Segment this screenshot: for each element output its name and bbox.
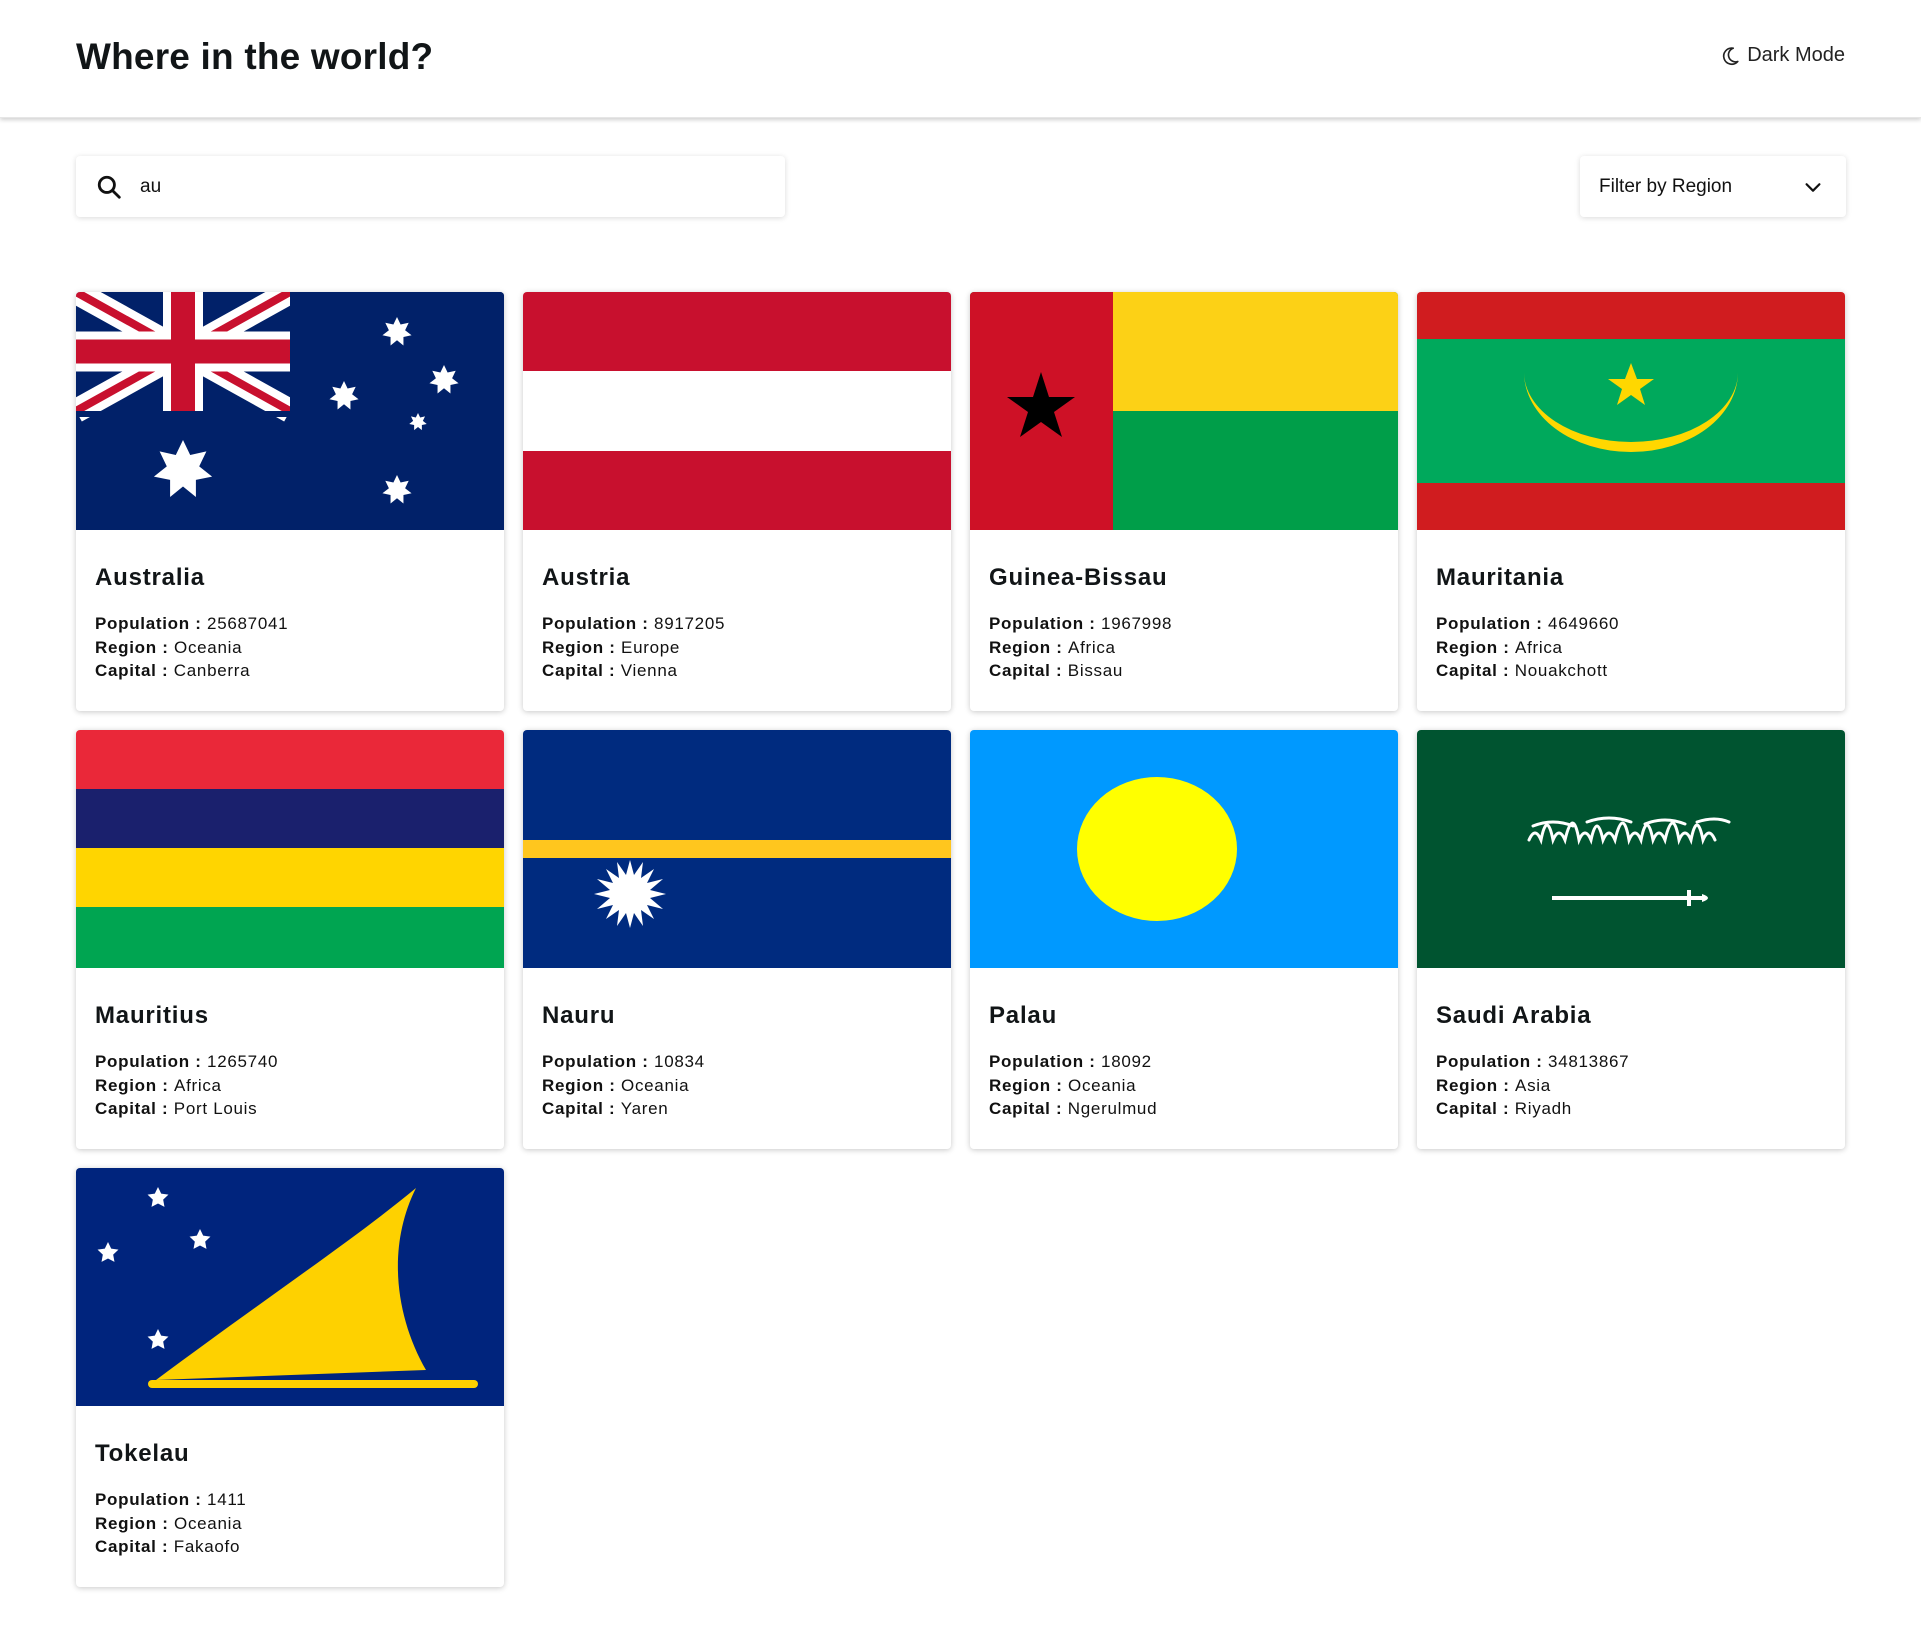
region-row: Region : Europe xyxy=(542,637,681,657)
capital-row: Capital : Canberra xyxy=(95,661,251,680)
saudi-arabia-flag-icon xyxy=(1417,730,1845,968)
country-card[interactable]: Nauru Population : 10834 Region : Oceani… xyxy=(523,730,951,1149)
region-filter-dropdown[interactable]: Filter by Region xyxy=(1580,156,1846,217)
capital-row: Capital : Yaren xyxy=(542,1099,669,1118)
country-name: Palau xyxy=(989,1002,1058,1029)
moon-icon xyxy=(1723,46,1739,65)
region-row: Region : Oceania xyxy=(989,1075,1137,1095)
austria-flag-icon xyxy=(523,292,951,530)
country-card[interactable]: Tokelau Population : 1411 Region : Ocean… xyxy=(76,1168,504,1587)
population-row: Population : 10834 xyxy=(542,1052,705,1071)
region-row: Region : Africa xyxy=(95,1075,222,1095)
country-card[interactable]: Guinea-Bissau Population : 1967998 Regio… xyxy=(970,292,1398,711)
capital-row: Capital : Bissau xyxy=(989,661,1124,680)
chevron-down-icon xyxy=(1805,182,1821,192)
population-row: Population : 1411 xyxy=(95,1490,247,1509)
mauritania-flag-icon xyxy=(1417,292,1845,530)
palau-flag-icon xyxy=(970,730,1398,968)
country-card[interactable]: Mauritius Population : 1265740 Region : … xyxy=(76,730,504,1149)
country-card[interactable]: Australia Population : 25687041 Region :… xyxy=(76,292,504,711)
search-input[interactable] xyxy=(138,174,742,199)
mauritius-flag-icon xyxy=(76,730,504,968)
dark-mode-toggle[interactable]: Dark Mode xyxy=(1719,44,1845,67)
region-row: Region : Asia xyxy=(1436,1075,1551,1095)
australia-flag-icon xyxy=(76,292,504,530)
top-bar: Where in the world? Dark Mode xyxy=(0,0,1921,118)
country-name: Australia xyxy=(95,564,205,591)
capital-row: Capital : Fakaofo xyxy=(95,1537,241,1556)
country-name: Mauritius xyxy=(95,1002,209,1029)
app-title: Where in the world? xyxy=(76,36,434,77)
dark-mode-label: Dark Mode xyxy=(1747,44,1845,66)
country-name: Saudi Arabia xyxy=(1436,1002,1592,1029)
population-row: Population : 1967998 xyxy=(989,614,1173,633)
capital-row: Capital : Ngerulmud xyxy=(989,1099,1158,1118)
population-row: Population : 8917205 xyxy=(542,614,726,633)
capital-row: Capital : Vienna xyxy=(542,661,678,680)
capital-row: Capital : Port Louis xyxy=(95,1099,258,1118)
population-row: Population : 34813867 xyxy=(1436,1052,1630,1071)
region-filter-label: Filter by Region xyxy=(1599,175,1733,197)
country-card[interactable]: Austria Population : 8917205 Region : Eu… xyxy=(523,292,951,711)
country-name: Tokelau xyxy=(95,1440,190,1467)
population-row: Population : 25687041 xyxy=(95,614,289,633)
region-row: Region : Oceania xyxy=(95,637,243,657)
capital-row: Capital : Riyadh xyxy=(1436,1099,1572,1118)
population-row: Population : 18092 xyxy=(989,1052,1152,1071)
tokelau-flag-icon xyxy=(76,1168,504,1406)
country-name: Guinea-Bissau xyxy=(989,564,1168,591)
country-name: Mauritania xyxy=(1436,564,1565,591)
country-name: Austria xyxy=(542,564,631,591)
country-name: Nauru xyxy=(542,1002,616,1029)
nauru-flag-icon xyxy=(523,730,951,968)
population-row: Population : 1265740 xyxy=(95,1052,279,1071)
population-row: Population : 4649660 xyxy=(1436,614,1620,633)
guinea-bissau-flag-icon xyxy=(970,292,1398,530)
search-icon xyxy=(97,175,121,199)
region-row: Region : Oceania xyxy=(542,1075,690,1095)
country-card[interactable]: Palau Population : 18092 Region : Oceani… xyxy=(970,730,1398,1149)
region-row: Region : Oceania xyxy=(95,1513,243,1533)
capital-row: Capital : Nouakchott xyxy=(1436,661,1608,680)
country-card[interactable]: Saudi Arabia Population : 34813867 Regio… xyxy=(1417,730,1845,1149)
country-card[interactable]: Mauritania Population : 4649660 Region :… xyxy=(1417,292,1845,711)
search-box[interactable] xyxy=(76,156,785,217)
region-row: Region : Africa xyxy=(1436,637,1563,657)
region-row: Region : Africa xyxy=(989,637,1116,657)
